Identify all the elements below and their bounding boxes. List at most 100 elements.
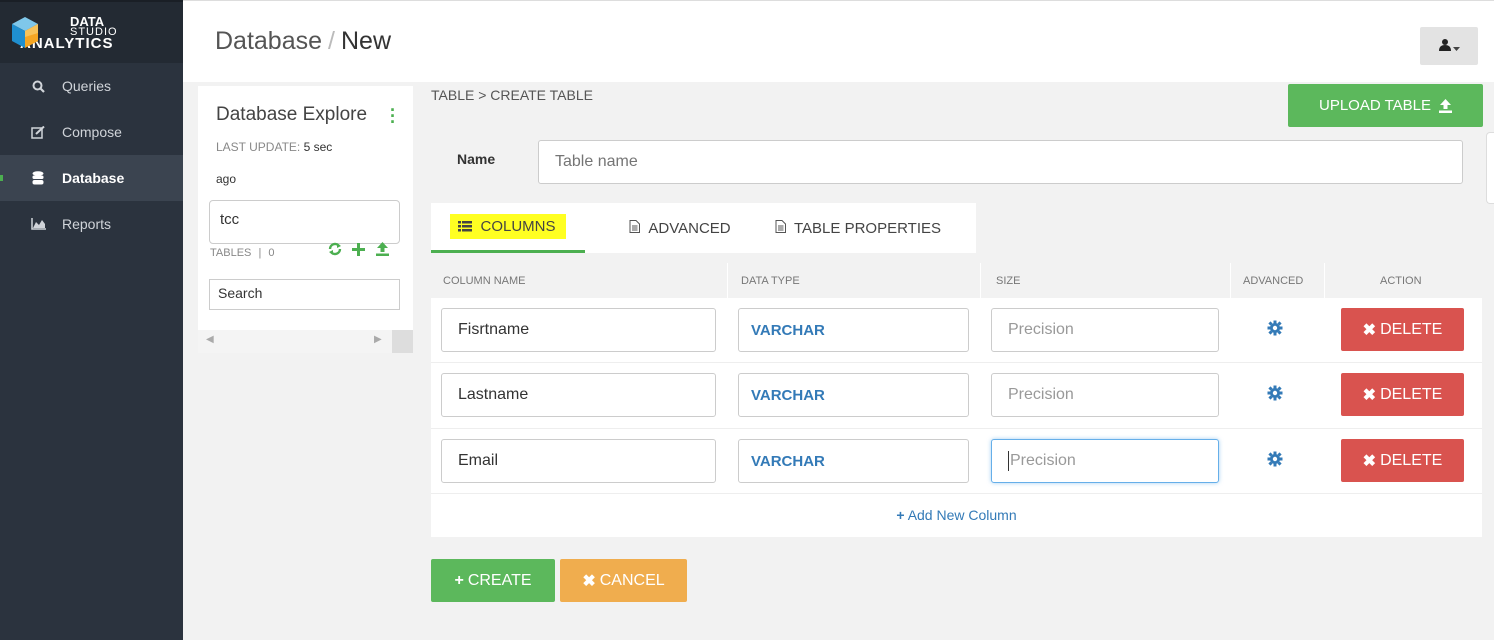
area-chart-icon <box>30 218 46 230</box>
breadcrumb: TABLE > CREATE TABLE <box>431 87 593 103</box>
data-type-select[interactable]: VARCHAR <box>738 373 969 417</box>
brand-logo[interactable]: DATA STUDIO ANALYTICS <box>0 0 183 63</box>
breadcrumb-root[interactable]: Database <box>215 27 322 55</box>
scroll-right-icon[interactable]: ▶ <box>374 334 382 345</box>
brand-text: DATA STUDIO ANALYTICS <box>20 15 118 51</box>
sidebar-item-label: Database <box>62 170 125 186</box>
column-divider <box>1230 263 1231 298</box>
caret-down-icon <box>1452 38 1460 54</box>
database-selector[interactable]: tcc <box>209 200 400 244</box>
last-update-suffix: ago <box>216 172 237 186</box>
row-divider <box>431 428 1482 429</box>
explorer-search-input[interactable]: Search <box>209 279 400 310</box>
gear-icon[interactable] <box>1267 385 1283 406</box>
database-explorer-panel: Database Explore · · · LAST UPDATE: 5 sec … <box>198 86 413 353</box>
column-header-size: SIZE <box>996 275 1021 287</box>
user-menu-button[interactable] <box>1420 27 1478 65</box>
sidebar-item-label: Queries <box>62 78 112 94</box>
tab-advanced[interactable]: ADVANCED <box>585 203 775 253</box>
horizontal-scrollbar[interactable]: ◀ ▶ <box>198 330 413 353</box>
size-input[interactable]: Precision <box>991 373 1219 417</box>
column-header-advanced: ADVANCED <box>1243 275 1304 287</box>
data-type-select[interactable]: VARCHAR <box>738 308 969 352</box>
row-divider <box>431 493 1482 494</box>
table-name-label: Name <box>457 151 496 167</box>
size-input[interactable]: Precision <box>991 308 1219 352</box>
column-header-action: ACTION <box>1380 275 1422 287</box>
plus-icon: + <box>454 571 464 589</box>
upload-icon[interactable] <box>375 242 389 260</box>
gear-icon[interactable] <box>1267 320 1283 341</box>
delete-column-button[interactable]: ✖ DELETE <box>1341 308 1464 351</box>
cancel-button[interactable]: ✖ CANCEL <box>560 559 687 602</box>
delete-column-button[interactable]: ✖ DELETE <box>1341 439 1464 482</box>
row-divider <box>431 362 1482 363</box>
upload-icon <box>1439 98 1452 113</box>
table-header: COLUMN NAME DATA TYPE SIZE ADVANCED ACTI… <box>431 263 1482 298</box>
tab-columns-highlight: COLUMNS <box>450 214 566 239</box>
table-name-input[interactable] <box>538 140 1463 184</box>
close-icon: ✖ <box>1362 321 1377 339</box>
delete-label: DELETE <box>1380 451 1443 469</box>
column-name-input[interactable]: Email <box>441 439 716 483</box>
breadcrumb-separator: / <box>328 27 335 55</box>
column-divider <box>980 263 981 298</box>
tab-columns[interactable]: COLUMNS <box>431 203 585 253</box>
scroll-left-icon[interactable]: ◀ <box>206 334 214 345</box>
upload-table-label: UPLOAD TABLE <box>1319 97 1431 114</box>
sidebar: DATA STUDIO ANALYTICS Queries Compose Da… <box>0 0 183 640</box>
sidebar-item-queries[interactable]: Queries <box>0 63 183 109</box>
tab-label: ADVANCED <box>648 219 731 237</box>
delete-label: DELETE <box>1380 385 1443 403</box>
explorer-title: Database Explore <box>216 104 368 125</box>
file-text-icon <box>775 220 786 236</box>
close-icon: ✖ <box>582 572 596 590</box>
close-icon: ✖ <box>1362 386 1377 404</box>
close-icon: ✖ <box>1362 452 1377 470</box>
column-header-type: DATA TYPE <box>741 275 800 287</box>
sidebar-item-database[interactable]: Database <box>0 155 183 201</box>
add-column-label: Add New Column <box>907 507 1017 523</box>
create-label: CREATE <box>467 571 532 589</box>
list-icon <box>458 219 473 235</box>
sidebar-item-label: Reports <box>62 216 112 232</box>
tables-separator: | <box>258 247 262 259</box>
tab-label: TABLE PROPERTIES <box>794 219 941 237</box>
upload-table-button[interactable]: UPLOAD TABLE <box>1288 84 1483 127</box>
sidebar-item-compose[interactable]: Compose <box>0 109 183 155</box>
columns-table: COLUMN NAME DATA TYPE SIZE ADVANCED ACTI… <box>431 263 1482 537</box>
user-icon <box>1438 38 1451 54</box>
create-button[interactable]: + CREATE <box>431 559 555 602</box>
scrollbar-thumb[interactable] <box>392 330 413 353</box>
edit-icon <box>30 125 46 139</box>
side-panel-edge <box>1486 132 1494 204</box>
search-icon <box>30 80 46 93</box>
last-update-label: LAST UPDATE: <box>216 140 301 154</box>
breadcrumb-current: New <box>340 27 391 55</box>
sidebar-item-reports[interactable]: Reports <box>0 201 183 247</box>
cube-logo-icon <box>10 15 40 51</box>
column-divider <box>727 263 728 298</box>
refresh-icon[interactable] <box>328 242 352 260</box>
add-new-column-link[interactable]: + Add New Column <box>431 507 1482 523</box>
tab-label: COLUMNS <box>480 218 556 235</box>
delete-label: DELETE <box>1380 320 1443 338</box>
last-update-value: 5 sec <box>303 140 333 154</box>
explorer-actions <box>328 242 389 261</box>
data-type-select[interactable]: VARCHAR <box>738 439 969 483</box>
cancel-label: CANCEL <box>599 571 665 589</box>
sidebar-item-label: Compose <box>62 124 122 140</box>
tab-table-properties[interactable]: TABLE PROPERTIES <box>775 203 976 253</box>
tables-count: TABLES | 0 <box>210 247 274 259</box>
tables-label: TABLES <box>210 247 252 259</box>
gear-icon[interactable] <box>1267 451 1283 472</box>
vertical-dots-icon[interactable]: · · · <box>390 101 396 131</box>
top-header: Database / New <box>183 0 1494 82</box>
column-divider <box>1324 263 1325 298</box>
column-name-input[interactable]: Lastname <box>441 373 716 417</box>
column-name-input[interactable]: Fisrtname <box>441 308 716 352</box>
size-input[interactable]: Precision <box>991 439 1219 483</box>
add-table-icon[interactable] <box>352 243 375 260</box>
delete-column-button[interactable]: ✖ DELETE <box>1341 373 1464 416</box>
page-title: Database / New <box>215 27 391 56</box>
